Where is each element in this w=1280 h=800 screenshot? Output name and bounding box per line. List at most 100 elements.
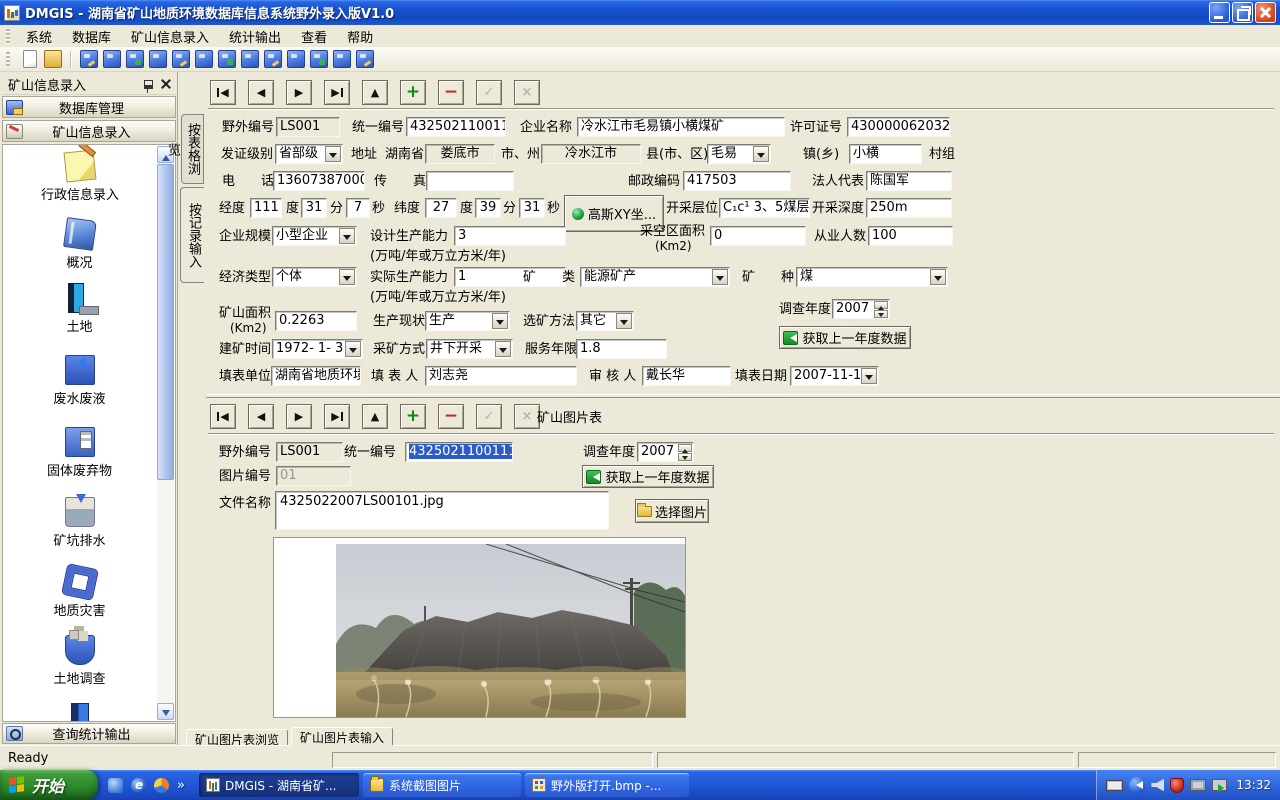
mining-layer-input[interactable]: C₁c¹ 3、5煤层 [719,198,810,218]
chevron-down-icon[interactable] [495,341,511,357]
nav-post-button[interactable]: ✓ [476,80,502,105]
start-button[interactable]: 开始 [0,770,98,800]
chevron-down-icon[interactable] [339,269,355,285]
mine-kind-select[interactable]: 煤 [796,267,948,287]
goaf-area-input[interactable]: 0 [710,226,806,246]
nav-delete-button[interactable]: − [438,80,464,105]
beneficiation-select[interactable]: 其它 [576,311,634,331]
fill-date-select[interactable]: 2007-11-13 [790,366,879,386]
scroll-thumb[interactable] [157,164,174,480]
minimize-button[interactable] [1209,2,1230,23]
land-icon[interactable] [126,50,144,68]
sidebar-item-partial[interactable] [3,703,156,722]
chevron-down-icon[interactable] [325,146,341,162]
nav-first-button[interactable]: ◀ [210,80,236,105]
spin-down-icon[interactable] [678,453,692,461]
latitude-min-input[interactable]: 39 [475,198,501,218]
pic-survey-year-stepper[interactable]: 2007 [637,442,694,462]
sidebar-group-mine-entry[interactable]: 矿山信息录入 [2,120,176,142]
sidebar-item-solid-waste[interactable]: 固体废弃物 [3,427,156,479]
show-desktop-icon[interactable] [108,778,123,793]
tab-table-browse[interactable]: 按表格浏览 [181,114,204,184]
buildings-icon[interactable] [310,50,328,68]
taskbar-item-dmgis[interactable]: DMGIS - 湖南省矿... [199,773,359,797]
new-icon[interactable] [23,50,37,68]
company-input[interactable]: 冷水江市毛易镇小横煤矿 [577,117,785,137]
mine-pump-icon[interactable] [264,50,282,68]
file-name-input[interactable]: 4325022007LS00101.jpg [275,491,609,530]
chevron-down-icon[interactable] [753,146,769,162]
phone-input[interactable]: 13607387000 [273,171,365,191]
tab-record-entry[interactable]: 按记录输入 [180,187,204,283]
menu-system[interactable]: 系统 [16,25,62,48]
cert-level-select[interactable]: 省部级 [275,144,343,164]
nav2-prev-button[interactable]: ◀ [248,404,274,429]
menu-stats-output[interactable]: 统计输出 [219,25,291,48]
menu-mine-entry[interactable]: 矿山信息录入 [121,25,219,48]
latitude-deg-input[interactable]: 27 [425,198,457,218]
pick-image-button[interactable]: 选择图片 [635,499,709,523]
sidebar-item-waste-water[interactable]: 废水废液 [3,355,156,407]
solid-waste-icon[interactable] [172,50,190,68]
keyboard-icon[interactable] [1106,780,1123,791]
pic-no-input[interactable]: 01 [276,466,351,486]
postcode-input[interactable]: 417503 [683,171,791,191]
sidebar-item-land-survey[interactable]: 土地调查 [3,635,156,687]
nav-cancel-button[interactable]: × [514,80,540,105]
menu-database[interactable]: 数据库 [62,25,121,48]
nav2-next-button[interactable]: ▶ [286,404,312,429]
antivirus-shield-icon[interactable] [1170,778,1184,793]
speaker-icon[interactable] [1151,779,1164,792]
fetch-last-year-button[interactable]: 获取上一年度数据 [779,326,911,349]
nav-last-button[interactable]: ▶ [324,80,350,105]
employees-input[interactable]: 100 [868,226,953,246]
statistics-icon[interactable] [287,50,305,68]
fill-unit-input[interactable]: 湖南省地质环境 [271,366,361,386]
language-bar-icon[interactable] [1129,777,1145,793]
close-button[interactable] [1255,2,1276,23]
fax-input[interactable] [426,171,514,191]
sidebar-item-geo-hazard[interactable]: 地质灾害 [3,567,156,619]
survey-year-stepper[interactable]: 2007 [832,299,890,319]
taskbar-item-screenshots-folder[interactable]: 系统截图图片 [363,773,521,797]
media-icon[interactable] [154,778,169,793]
unified-no-input[interactable]: 43250211001113 [406,117,506,137]
tab-picture-browse[interactable]: 矿山图片表浏览 [186,729,288,745]
sidebar-group-query-stats[interactable]: 查询统计输出 [2,723,176,744]
nav-top-button[interactable]: ▲ [362,80,388,105]
nav-insert-button[interactable]: + [400,80,426,105]
production-status-select[interactable]: 生产 [425,311,510,331]
town-input[interactable]: 小横 [849,144,922,164]
longitude-deg-input[interactable]: 111 [250,198,282,218]
license-input[interactable]: 4300000620321 [847,117,950,137]
mining-method-select[interactable]: 井下开采 [426,339,513,359]
open-icon[interactable] [44,50,62,68]
nav-prev-button[interactable]: ◀ [248,80,274,105]
sidebar-item-mine-drainage[interactable]: 矿坑排水 [3,497,156,549]
restore-button[interactable] [1232,2,1253,23]
nav2-first-button[interactable]: ◀ [210,404,236,429]
mine-area-input[interactable]: 0.2263 [275,311,357,331]
browser-icon[interactable] [131,778,146,793]
chevron-down-icon[interactable] [492,313,508,329]
design-capacity-input[interactable]: 3 [454,226,566,246]
nav2-insert-button[interactable]: + [400,404,426,429]
drive-sync-icon[interactable] [1212,779,1227,791]
pic-field-no-input[interactable]: LS001 [276,442,343,462]
chevron-down-icon[interactable] [616,313,632,329]
network-monitor-icon[interactable] [1190,779,1206,791]
nav-next-button[interactable]: ▶ [286,80,312,105]
latitude-sec-input[interactable]: 31 [519,198,545,218]
sidebar-close-icon[interactable] [160,78,172,90]
sidebar-item-admin-entry[interactable]: 行政信息录入 [3,151,156,203]
prefecture-input[interactable]: 冷水江市 [541,144,641,164]
geo-hazard-icon[interactable] [218,50,236,68]
overview-icon[interactable] [103,50,121,68]
chevron-down-icon[interactable] [712,269,728,285]
mine-drainage-icon[interactable] [195,50,213,68]
chevron-down-icon[interactable] [861,368,877,384]
spin-up-icon[interactable] [874,301,888,309]
legal-rep-input[interactable]: 陈国军 [866,171,952,191]
nav2-post-button[interactable]: ✓ [476,404,502,429]
field-no-input[interactable]: LS001 [276,117,340,137]
